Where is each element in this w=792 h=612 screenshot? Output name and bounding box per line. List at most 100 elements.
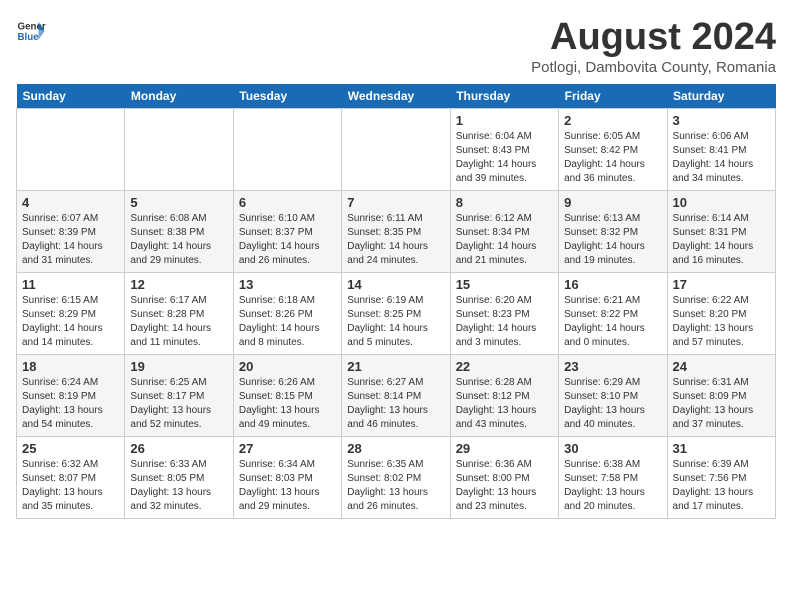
day-number: 31 xyxy=(673,441,770,456)
day-detail: Sunrise: 6:28 AM Sunset: 8:12 PM Dayligh… xyxy=(456,376,553,432)
svg-text:Blue: Blue xyxy=(18,32,40,43)
calendar-cell: 1Sunrise: 6:04 AM Sunset: 8:43 PM Daylig… xyxy=(450,109,558,191)
calendar-cell: 23 Sunrise: 6:29 AM Sunset: 8:10 PM Dayli… xyxy=(559,355,667,437)
day-number: 9 xyxy=(564,195,661,210)
day-detail: Sunrise: 6:08 AM Sunset: 8:38 PM Dayligh… xyxy=(130,212,227,268)
calendar-cell: 20Sunrise: 6:26 AM Sunset: 8:15 PM Dayli… xyxy=(233,355,341,437)
day-detail: Sunrise: 6:21 AM Sunset: 8:22 PM Dayligh… xyxy=(564,294,661,350)
day-number: 2 xyxy=(564,113,661,128)
day-number: 10 xyxy=(673,195,770,210)
week-row-3: 11 Sunrise: 6:15 AM Sunset: 8:29 PM Dayli… xyxy=(17,273,776,355)
day-number: 26 xyxy=(130,441,227,456)
day-detail: Sunrise: 6:18 AM Sunset: 8:26 PM Dayligh… xyxy=(239,294,336,350)
calendar-cell: 22 Sunrise: 6:28 AM Sunset: 8:12 PM Dayli… xyxy=(450,355,558,437)
day-detail: Sunrise: 6:38 AM Sunset: 7:58 PM Dayligh… xyxy=(564,458,661,514)
day-detail: Sunrise: 6:07 AM Sunset: 8:39 PM Dayligh… xyxy=(22,212,119,268)
calendar-cell: 6Sunrise: 6:10 AM Sunset: 8:37 PM Daylig… xyxy=(233,191,341,273)
calendar-cell: 25Sunrise: 6:32 AM Sunset: 8:07 PM Dayli… xyxy=(17,437,125,519)
day-detail: Sunrise: 6:33 AM Sunset: 8:05 PM Dayligh… xyxy=(130,458,227,514)
calendar-cell: 2 Sunrise: 6:05 AM Sunset: 8:42 PM Daylig… xyxy=(559,109,667,191)
calendar-cell: 14 Sunrise: 6:19 AM Sunset: 8:25 PM Dayli… xyxy=(342,273,450,355)
calendar-cell: 24Sunrise: 6:31 AM Sunset: 8:09 PM Dayli… xyxy=(667,355,775,437)
calendar-cell: 8 Sunrise: 6:12 AM Sunset: 8:34 PM Daylig… xyxy=(450,191,558,273)
day-number: 23 xyxy=(564,359,661,374)
day-detail: Sunrise: 6:24 AM Sunset: 8:19 PM Dayligh… xyxy=(22,376,119,432)
day-detail: Sunrise: 6:36 AM Sunset: 8:00 PM Dayligh… xyxy=(456,458,553,514)
day-number: 28 xyxy=(347,441,444,456)
day-number: 24 xyxy=(673,359,770,374)
day-number: 30 xyxy=(564,441,661,456)
calendar-cell: 3 Sunrise: 6:06 AM Sunset: 8:41 PM Daylig… xyxy=(667,109,775,191)
day-number: 21 xyxy=(347,359,444,374)
calendar-cell: 13 Sunrise: 6:18 AM Sunset: 8:26 PM Dayli… xyxy=(233,273,341,355)
weekday-header-tuesday: Tuesday xyxy=(233,84,341,109)
day-detail: Sunrise: 6:15 AM Sunset: 8:29 PM Dayligh… xyxy=(22,294,119,350)
calendar-cell: 28Sunrise: 6:35 AM Sunset: 8:02 PM Dayli… xyxy=(342,437,450,519)
logo: General Blue xyxy=(16,16,46,46)
day-detail: Sunrise: 6:29 AM Sunset: 8:10 PM Dayligh… xyxy=(564,376,661,432)
day-number: 12 xyxy=(130,277,227,292)
day-number: 20 xyxy=(239,359,336,374)
calendar-cell: 15 Sunrise: 6:20 AM Sunset: 8:23 PM Dayli… xyxy=(450,273,558,355)
calendar-subtitle: Potlogi, Dambovita County, Romania xyxy=(531,59,776,76)
calendar-cell: 16Sunrise: 6:21 AM Sunset: 8:22 PM Dayli… xyxy=(559,273,667,355)
day-number: 17 xyxy=(673,277,770,292)
calendar-cell: 9 Sunrise: 6:13 AM Sunset: 8:32 PM Daylig… xyxy=(559,191,667,273)
calendar-cell: 26 Sunrise: 6:33 AM Sunset: 8:05 PM Dayli… xyxy=(125,437,233,519)
week-row-5: 25Sunrise: 6:32 AM Sunset: 8:07 PM Dayli… xyxy=(17,437,776,519)
calendar-cell xyxy=(233,109,341,191)
day-detail: Sunrise: 6:06 AM Sunset: 8:41 PM Dayligh… xyxy=(673,130,770,186)
day-number: 3 xyxy=(673,113,770,128)
calendar-cell: 17 Sunrise: 6:22 AM Sunset: 8:20 PM Dayli… xyxy=(667,273,775,355)
week-row-4: 18 Sunrise: 6:24 AM Sunset: 8:19 PM Dayli… xyxy=(17,355,776,437)
title-area: August 2024 Potlogi, Dambovita County, R… xyxy=(531,16,776,76)
weekday-header-saturday: Saturday xyxy=(667,84,775,109)
day-number: 5 xyxy=(130,195,227,210)
calendar-cell: 10 Sunrise: 6:14 AM Sunset: 8:31 PM Dayli… xyxy=(667,191,775,273)
calendar-cell: 27Sunrise: 6:34 AM Sunset: 8:03 PM Dayli… xyxy=(233,437,341,519)
day-detail: Sunrise: 6:14 AM Sunset: 8:31 PM Dayligh… xyxy=(673,212,770,268)
day-number: 19 xyxy=(130,359,227,374)
calendar-table: SundayMondayTuesdayWednesdayThursdayFrid… xyxy=(16,84,776,519)
day-number: 1 xyxy=(456,113,553,128)
day-number: 15 xyxy=(456,277,553,292)
calendar-cell: 29Sunrise: 6:36 AM Sunset: 8:00 PM Dayli… xyxy=(450,437,558,519)
day-number: 14 xyxy=(347,277,444,292)
day-number: 27 xyxy=(239,441,336,456)
calendar-cell: 31Sunrise: 6:39 AM Sunset: 7:56 PM Dayli… xyxy=(667,437,775,519)
calendar-title: August 2024 xyxy=(531,16,776,59)
logo-icon: General Blue xyxy=(16,16,46,46)
day-number: 6 xyxy=(239,195,336,210)
day-detail: Sunrise: 6:11 AM Sunset: 8:35 PM Dayligh… xyxy=(347,212,444,268)
day-detail: Sunrise: 6:13 AM Sunset: 8:32 PM Dayligh… xyxy=(564,212,661,268)
calendar-cell: 7Sunrise: 6:11 AM Sunset: 8:35 PM Daylig… xyxy=(342,191,450,273)
calendar-cell xyxy=(125,109,233,191)
day-detail: Sunrise: 6:05 AM Sunset: 8:42 PM Dayligh… xyxy=(564,130,661,186)
day-detail: Sunrise: 6:17 AM Sunset: 8:28 PM Dayligh… xyxy=(130,294,227,350)
day-number: 11 xyxy=(22,277,119,292)
day-detail: Sunrise: 6:20 AM Sunset: 8:23 PM Dayligh… xyxy=(456,294,553,350)
calendar-cell xyxy=(342,109,450,191)
calendar-cell: 5 Sunrise: 6:08 AM Sunset: 8:38 PM Daylig… xyxy=(125,191,233,273)
day-number: 18 xyxy=(22,359,119,374)
day-detail: Sunrise: 6:22 AM Sunset: 8:20 PM Dayligh… xyxy=(673,294,770,350)
weekday-header-friday: Friday xyxy=(559,84,667,109)
calendar-cell: 19 Sunrise: 6:25 AM Sunset: 8:17 PM Dayli… xyxy=(125,355,233,437)
calendar-cell xyxy=(17,109,125,191)
calendar-cell: 18 Sunrise: 6:24 AM Sunset: 8:19 PM Dayli… xyxy=(17,355,125,437)
calendar-cell: 11 Sunrise: 6:15 AM Sunset: 8:29 PM Dayli… xyxy=(17,273,125,355)
weekday-header-monday: Monday xyxy=(125,84,233,109)
day-number: 8 xyxy=(456,195,553,210)
day-number: 22 xyxy=(456,359,553,374)
day-number: 13 xyxy=(239,277,336,292)
weekday-header-sunday: Sunday xyxy=(17,84,125,109)
day-detail: Sunrise: 6:25 AM Sunset: 8:17 PM Dayligh… xyxy=(130,376,227,432)
day-detail: Sunrise: 6:12 AM Sunset: 8:34 PM Dayligh… xyxy=(456,212,553,268)
day-detail: Sunrise: 6:19 AM Sunset: 8:25 PM Dayligh… xyxy=(347,294,444,350)
weekday-header-row: SundayMondayTuesdayWednesdayThursdayFrid… xyxy=(17,84,776,109)
day-number: 4 xyxy=(22,195,119,210)
day-number: 25 xyxy=(22,441,119,456)
week-row-2: 4 Sunrise: 6:07 AM Sunset: 8:39 PM Daylig… xyxy=(17,191,776,273)
calendar-cell: 30 Sunrise: 6:38 AM Sunset: 7:58 PM Dayli… xyxy=(559,437,667,519)
calendar-cell: 4 Sunrise: 6:07 AM Sunset: 8:39 PM Daylig… xyxy=(17,191,125,273)
